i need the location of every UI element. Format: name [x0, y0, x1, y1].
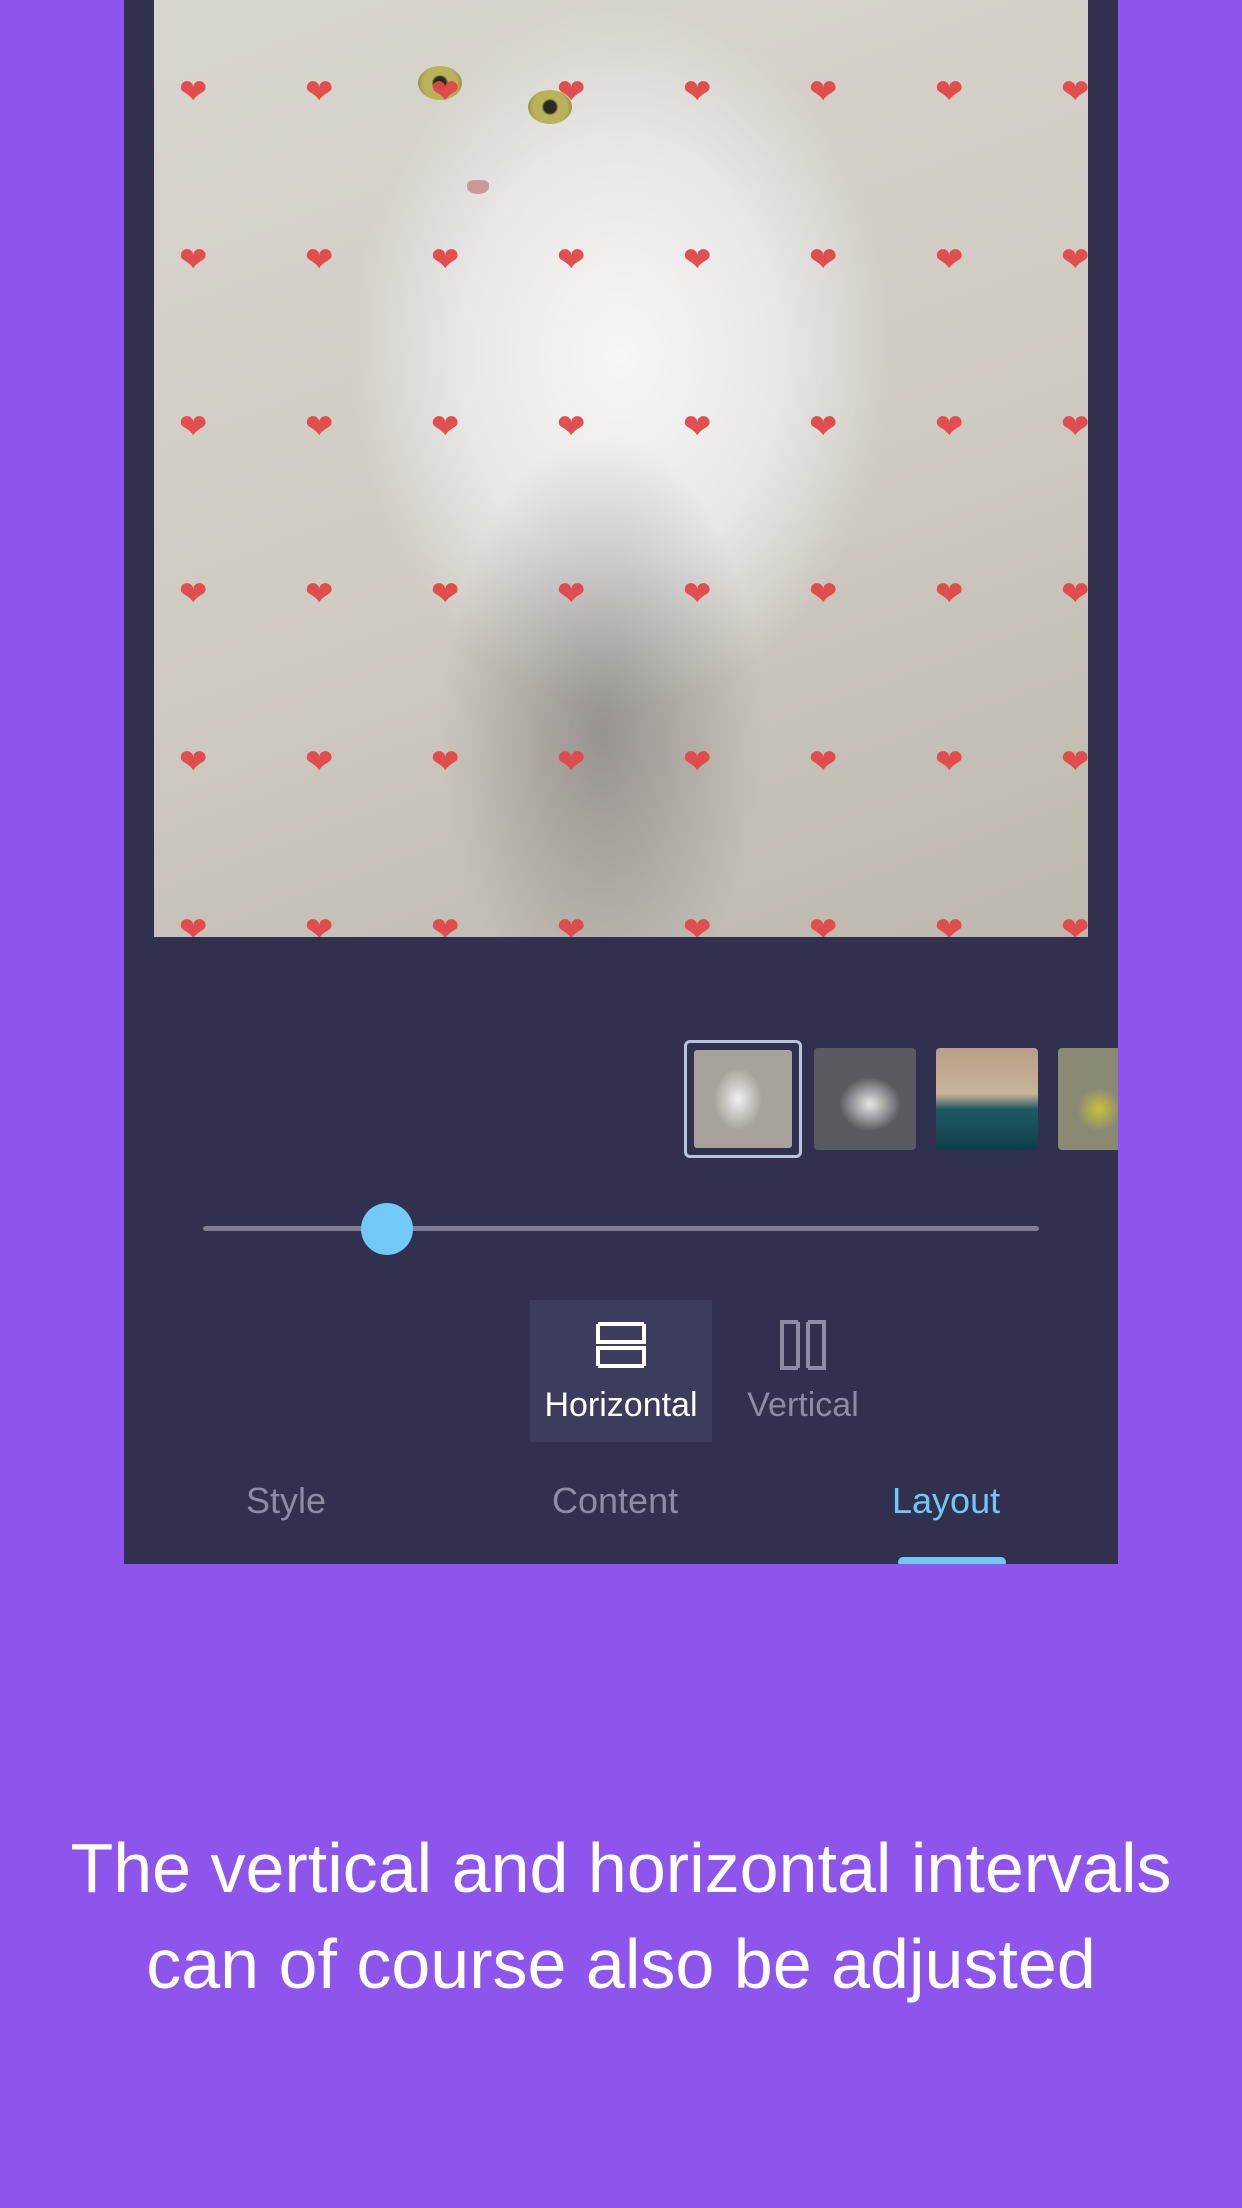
heart-icon: ❤	[1061, 574, 1088, 614]
heart-icon: ❤	[809, 407, 838, 447]
thumbnail-image	[1058, 1048, 1118, 1150]
heart-icon: ❤	[683, 910, 712, 937]
thumbnail-image	[694, 1050, 792, 1148]
thumbnail-1[interactable]	[684, 1040, 802, 1158]
tab-layout[interactable]: Layout	[892, 1480, 1000, 1522]
heart-icon: ❤	[179, 407, 208, 447]
heart-icon: ❤	[431, 240, 460, 280]
caption-text: The vertical and horizontal intervals ca…	[70, 1829, 1172, 2003]
heart-icon: ❤	[557, 407, 586, 447]
heart-icon: ❤	[1061, 240, 1088, 280]
heart-icon: ❤	[305, 407, 334, 447]
vertical-label: Vertical	[747, 1386, 859, 1424]
tab-style[interactable]: Style	[246, 1480, 326, 1522]
cat-eye-right	[528, 90, 572, 124]
cat-eye-left	[418, 66, 462, 100]
heart-icon: ❤	[935, 240, 964, 280]
heart-icon: ❤	[305, 72, 334, 112]
heart-icon: ❤	[809, 574, 838, 614]
heart-icon: ❤	[809, 72, 838, 112]
heart-icon: ❤	[179, 910, 208, 937]
heart-icon: ❤	[1061, 72, 1088, 112]
horizontal-layout-icon	[596, 1322, 646, 1368]
horizontal-option[interactable]: Horizontal	[530, 1300, 712, 1442]
heart-icon: ❤	[431, 407, 460, 447]
heart-icon: ❤	[305, 910, 334, 937]
heart-icon: ❤	[935, 742, 964, 782]
thumbnail-2[interactable]	[814, 1048, 916, 1150]
heart-icon: ❤	[1061, 910, 1088, 937]
horizontal-label: Horizontal	[544, 1386, 698, 1424]
heart-icon: ❤	[305, 742, 334, 782]
heart-icon: ❤	[557, 574, 586, 614]
heart-icon: ❤	[935, 72, 964, 112]
heart-icon: ❤	[809, 742, 838, 782]
heart-icon: ❤	[809, 240, 838, 280]
vertical-layout-icon	[780, 1320, 826, 1370]
thumbnail-image	[814, 1048, 916, 1150]
heart-icon: ❤	[431, 910, 460, 937]
heart-icon: ❤	[431, 742, 460, 782]
heart-icon: ❤	[935, 574, 964, 614]
heart-icon: ❤	[305, 240, 334, 280]
heart-icon: ❤	[683, 240, 712, 280]
heart-icon: ❤	[179, 72, 208, 112]
heart-icon: ❤	[683, 574, 712, 614]
heart-icon: ❤	[809, 910, 838, 937]
heart-icon: ❤	[935, 910, 964, 937]
heart-icon: ❤	[557, 910, 586, 937]
interval-slider-handle[interactable]	[360, 1203, 413, 1255]
heart-icon: ❤	[1061, 742, 1088, 782]
photo-preview[interactable]: ❤ ❤ ❤ ❤ ❤ ❤ ❤ ❤ ❤ ❤ ❤ ❤ ❤ ❤ ❤ ❤ ❤ ❤ ❤ ❤ ❤ ❤ ❤ ❤ ❤ ❤ ❤ ❤ ❤ ❤ ❤ ❤ ❤ ❤ ❤ ❤ ❤ ❤ ❤ ❤…	[154, 0, 1088, 937]
heart-icon: ❤	[683, 407, 712, 447]
cat-nose	[467, 180, 489, 194]
heart-icon: ❤	[1061, 407, 1088, 447]
heart-icon: ❤	[179, 742, 208, 782]
heart-icon: ❤	[683, 742, 712, 782]
heart-pattern-overlay: ❤ ❤ ❤ ❤ ❤ ❤ ❤ ❤ ❤ ❤ ❤ ❤ ❤ ❤ ❤ ❤ ❤ ❤ ❤ ❤ ❤ ❤ ❤ ❤ ❤ ❤ ❤ ❤ ❤ ❤ ❤ ❤ ❤ ❤ ❤ ❤ ❤ ❤ ❤ ❤…	[154, 0, 1088, 937]
thumbnail-3[interactable]	[936, 1048, 1038, 1150]
vertical-option[interactable]: Vertical	[712, 1300, 894, 1442]
thumbnail-4[interactable]	[1058, 1048, 1118, 1150]
interval-slider-track[interactable]	[203, 1226, 1039, 1231]
heart-icon: ❤	[683, 72, 712, 112]
heart-icon: ❤	[179, 574, 208, 614]
tab-content[interactable]: Content	[552, 1480, 678, 1522]
heart-icon: ❤	[305, 574, 334, 614]
editor-screen: ❤ ❤ ❤ ❤ ❤ ❤ ❤ ❤ ❤ ❤ ❤ ❤ ❤ ❤ ❤ ❤ ❤ ❤ ❤ ❤ ❤ ❤ ❤ ❤ ❤ ❤ ❤ ❤ ❤ ❤ ❤ ❤ ❤ ❤ ❤ ❤ ❤ ❤ ❤ ❤…	[124, 0, 1118, 1564]
heart-icon: ❤	[557, 240, 586, 280]
heart-icon: ❤	[431, 574, 460, 614]
heart-icon: ❤	[179, 240, 208, 280]
heart-icon: ❤	[935, 407, 964, 447]
heart-icon: ❤	[557, 742, 586, 782]
active-tab-indicator	[898, 1557, 1006, 1564]
thumbnail-image	[936, 1048, 1038, 1150]
